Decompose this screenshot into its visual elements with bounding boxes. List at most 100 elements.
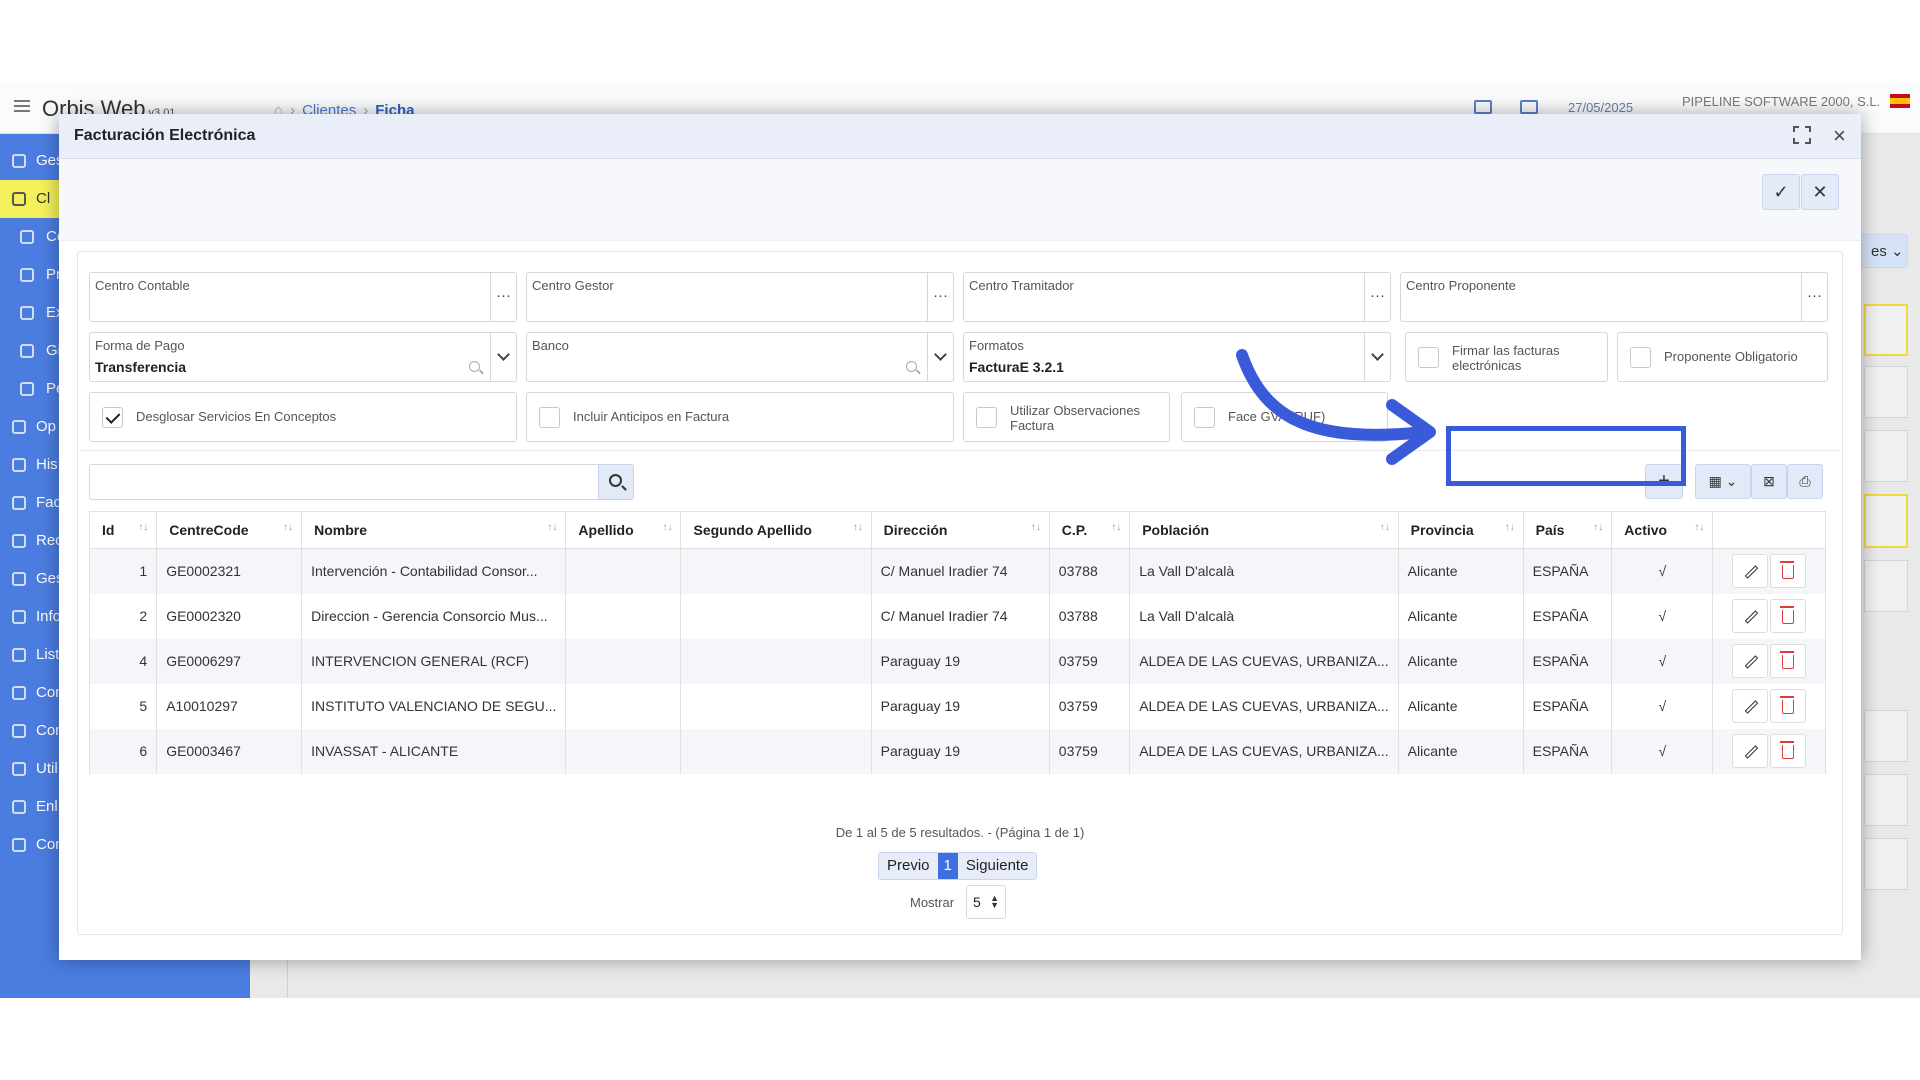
cell-nombre: INSTITUTO VALENCIANO DE SEGU... bbox=[301, 683, 567, 729]
column-header-activo[interactable]: Activo ↑↓ bbox=[1611, 511, 1714, 549]
background-field[interactable] bbox=[1864, 430, 1908, 482]
table-header-row: Id ↑↓ CentreCode ↑↓ Nombre ↑↓ Apellido ↑↓ Se… bbox=[88, 511, 1826, 549]
search-input[interactable] bbox=[89, 464, 634, 500]
export-pdf-button[interactable]: ⎙ bbox=[1787, 464, 1823, 499]
column-header-poblacion[interactable]: Población ↑↓ bbox=[1129, 511, 1399, 549]
table-row[interactable]: 1 GE0002321 Intervención - Contabilidad … bbox=[88, 548, 1826, 594]
sort-icon[interactable]: ↑↓ bbox=[1111, 522, 1121, 533]
table-row[interactable]: 6 GE0003467 INVASSAT - ALICANTE Paraguay… bbox=[88, 728, 1826, 774]
centro-contable-field[interactable]: Centro Contable ··· bbox=[89, 272, 517, 322]
desglosar-servicios-checkbox[interactable]: Desglosar Servicios En Conceptos bbox=[89, 392, 517, 442]
table-row[interactable]: 4 GE0006297 INTERVENCION GENERAL (RCF) P… bbox=[88, 638, 1826, 684]
utilizar-observaciones-checkbox[interactable]: Utilizar Observaciones Factura bbox=[963, 392, 1170, 442]
columns-button[interactable]: ▦ ⌄ bbox=[1695, 464, 1751, 499]
column-header-provincia[interactable]: Provincia ↑↓ bbox=[1397, 511, 1524, 549]
sort-icon[interactable]: ↑↓ bbox=[853, 522, 863, 533]
column-header-cp[interactable]: C.P. ↑↓ bbox=[1048, 511, 1131, 549]
edit-button[interactable] bbox=[1732, 689, 1769, 723]
checkbox-checked[interactable] bbox=[102, 407, 123, 428]
checkbox-box[interactable] bbox=[539, 407, 560, 428]
sort-asc-icon[interactable]: ↑↓ bbox=[138, 522, 148, 533]
delete-button[interactable] bbox=[1770, 689, 1807, 723]
sort-icon[interactable]: ↑↓ bbox=[662, 522, 672, 533]
background-field[interactable] bbox=[1864, 560, 1908, 612]
next-page-button[interactable]: Siguiente bbox=[957, 853, 1037, 879]
page-1-button[interactable]: 1 bbox=[937, 853, 958, 879]
more-icon[interactable]: ··· bbox=[490, 273, 516, 321]
table-row[interactable]: 2 GE0002320 Direccion - Gerencia Consorc… bbox=[88, 593, 1826, 639]
sort-icon[interactable]: ↑↓ bbox=[1031, 522, 1041, 533]
background-field[interactable] bbox=[1864, 710, 1908, 762]
column-header-direccion[interactable]: Dirección ↑↓ bbox=[870, 511, 1050, 549]
menu-icon[interactable] bbox=[14, 100, 30, 112]
download-icon[interactable] bbox=[1520, 100, 1538, 114]
banco-select[interactable]: Banco bbox=[526, 332, 954, 382]
cancel-button[interactable]: ✕ bbox=[1801, 174, 1839, 210]
more-icon[interactable]: ··· bbox=[927, 273, 953, 321]
forma-pago-select[interactable]: Forma de Pago Transferencia bbox=[89, 332, 517, 382]
delete-button[interactable] bbox=[1770, 599, 1807, 633]
sort-icon[interactable]: ↑↓ bbox=[1593, 522, 1603, 533]
column-header-pais[interactable]: País ↑↓ bbox=[1522, 511, 1613, 549]
sort-icon[interactable]: ↑↓ bbox=[547, 522, 557, 533]
cell-centrecode: A10010297 bbox=[156, 683, 303, 729]
checkbox-box[interactable] bbox=[1194, 407, 1215, 428]
cell-direccion: Paraguay 19 bbox=[870, 728, 1050, 774]
sort-icon[interactable]: ↑↓ bbox=[283, 522, 293, 533]
column-header-nombre[interactable]: Nombre ↑↓ bbox=[301, 511, 567, 549]
modal-header: Facturación Electrónica × bbox=[59, 114, 1861, 159]
close-icon[interactable]: × bbox=[1833, 123, 1846, 149]
export-excel-button[interactable]: ⊠ bbox=[1751, 464, 1787, 499]
chevron-down-icon[interactable] bbox=[927, 333, 953, 381]
cell-activo: √ bbox=[1611, 593, 1714, 639]
login-icon[interactable] bbox=[1474, 100, 1492, 114]
cell-actions bbox=[1712, 728, 1826, 774]
sort-icon[interactable]: ↑↓ bbox=[1505, 522, 1515, 533]
edit-button[interactable] bbox=[1732, 554, 1769, 589]
spain-flag-icon[interactable] bbox=[1890, 94, 1910, 108]
delete-button[interactable] bbox=[1770, 554, 1807, 589]
more-icon[interactable]: ··· bbox=[1801, 273, 1827, 321]
maximize-icon[interactable] bbox=[1793, 126, 1811, 144]
proponente-obligatorio-checkbox[interactable]: Proponente Obligatorio bbox=[1617, 332, 1828, 382]
search-icon[interactable] bbox=[469, 361, 480, 372]
table-row[interactable]: 5 A10010297 INSTITUTO VALENCIANO DE SEGU… bbox=[88, 683, 1826, 729]
edit-button[interactable] bbox=[1732, 599, 1769, 633]
column-header-centrecode[interactable]: CentreCode ↑↓ bbox=[156, 511, 303, 549]
page-size-select[interactable]: 5 ▲ ▼ bbox=[966, 885, 1006, 919]
checkbox-box[interactable] bbox=[976, 407, 997, 428]
search-button[interactable] bbox=[598, 464, 634, 500]
edit-button[interactable] bbox=[1732, 644, 1769, 678]
background-field[interactable] bbox=[1864, 494, 1908, 548]
sort-icon[interactable]: ↑↓ bbox=[1694, 522, 1704, 533]
prev-page-button[interactable]: Previo bbox=[879, 853, 938, 879]
cell-centrecode: GE0002320 bbox=[156, 593, 303, 639]
sort-icon[interactable]: ↑↓ bbox=[1380, 522, 1390, 533]
column-header-segundo-apellido[interactable]: Segundo Apellido ↑↓ bbox=[680, 511, 872, 549]
background-field[interactable] bbox=[1864, 774, 1908, 826]
edit-button[interactable] bbox=[1732, 734, 1769, 768]
background-button[interactable]: es ⌄ bbox=[1854, 234, 1908, 268]
delete-button[interactable] bbox=[1770, 734, 1807, 768]
cell-provincia: Alicante bbox=[1397, 683, 1524, 729]
background-field[interactable] bbox=[1864, 366, 1908, 418]
cell-apellido bbox=[565, 638, 682, 684]
centro-gestor-field[interactable]: Centro Gestor ··· bbox=[526, 272, 954, 322]
chevron-down-icon[interactable] bbox=[490, 333, 516, 381]
cell-apellido bbox=[565, 683, 682, 729]
column-header-apellido[interactable]: Apellido ↑↓ bbox=[565, 511, 682, 549]
more-icon[interactable]: ··· bbox=[1364, 273, 1390, 321]
cell-pais: ESPAÑA bbox=[1522, 638, 1613, 684]
delete-button[interactable] bbox=[1770, 644, 1807, 678]
cell-activo: √ bbox=[1611, 548, 1714, 594]
incluir-anticipos-checkbox[interactable]: Incluir Anticipos en Factura bbox=[526, 392, 954, 442]
confirm-button[interactable]: ✓ bbox=[1762, 174, 1800, 210]
cell-nombre: INTERVENCION GENERAL (RCF) bbox=[301, 638, 567, 684]
centro-proponente-field[interactable]: Centro Proponente ··· bbox=[1400, 272, 1828, 322]
column-header-id[interactable]: Id ↑↓ bbox=[88, 511, 158, 549]
background-field[interactable] bbox=[1864, 304, 1908, 356]
checkbox-box[interactable] bbox=[1630, 347, 1651, 368]
search-icon[interactable] bbox=[906, 361, 917, 372]
background-field[interactable] bbox=[1864, 838, 1908, 890]
centro-tramitador-field[interactable]: Centro Tramitador ··· bbox=[963, 272, 1391, 322]
